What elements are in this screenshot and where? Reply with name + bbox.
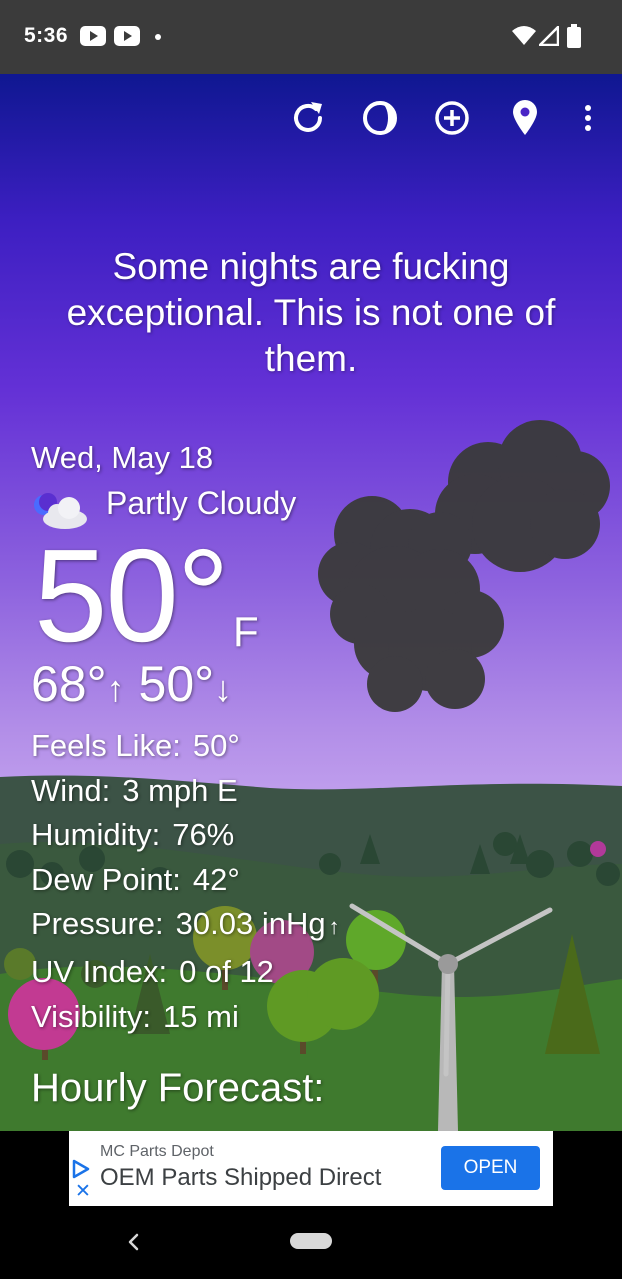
visibility-value: 15 mi <box>163 998 239 1034</box>
uv-index-row: UV Index: 0 of 12 <box>31 950 340 995</box>
theme-icon <box>363 101 397 135</box>
add-location-icon <box>435 101 469 135</box>
pressure-row: Pressure: 30.03 inHg ↑ <box>31 902 340 950</box>
high-temperature: 68° <box>31 656 107 712</box>
pressure-value: 30.03 inHg <box>175 906 326 942</box>
home-button[interactable] <box>290 1233 332 1249</box>
ad-banner[interactable]: ✕ MC Parts Depot OEM Parts Shipped Direc… <box>69 1131 553 1206</box>
weather-headline: Some nights are fucking exceptional. Thi… <box>66 246 556 379</box>
refresh-button[interactable] <box>286 96 330 140</box>
wind-row: Wind: 3 mph E <box>31 769 340 814</box>
status-time: 5:36 <box>24 24 69 47</box>
current-date: Wed, May 18 <box>31 440 214 475</box>
current-condition: Partly Cloudy <box>106 485 297 521</box>
feels-like-row: Feels Like: 50° <box>31 724 340 769</box>
uv-index-label: UV Index: <box>31 953 168 989</box>
humidity-label: Humidity: <box>31 817 161 853</box>
battery-icon <box>567 24 581 48</box>
back-icon[interactable] <box>124 1231 144 1253</box>
pressure-trend-icon: ↑ <box>328 914 340 940</box>
more-vert-icon <box>585 105 591 131</box>
ad-close-icon[interactable]: ✕ <box>75 1181 91 1203</box>
high-arrow-icon: ↑ <box>106 668 125 709</box>
wind-label: Wind: <box>31 772 111 808</box>
wifi-icon <box>512 26 536 45</box>
notification-dot-icon <box>155 34 161 40</box>
add-location-button[interactable] <box>430 96 474 140</box>
more-options-button[interactable] <box>566 96 610 140</box>
dew-point-value: 42° <box>192 861 240 897</box>
dew-point-label: Dew Point: <box>31 861 181 897</box>
wind-value: 3 mph E <box>122 772 238 808</box>
location-button[interactable] <box>503 96 547 140</box>
feels-like-label: Feels Like: <box>31 728 181 763</box>
pressure-label: Pressure: <box>31 906 164 942</box>
ad-play-icon[interactable] <box>72 1159 90 1179</box>
feels-like-value: 50° <box>192 728 240 763</box>
youtube-notification-icon <box>80 26 106 46</box>
ad-advertiser: MC Parts Depot <box>100 1143 214 1160</box>
humidity-row: Humidity: 76% <box>31 813 340 858</box>
refresh-icon <box>294 102 322 132</box>
ad-headline[interactable]: OEM Parts Shipped Direct <box>100 1164 381 1192</box>
temperature-unit: F <box>233 608 259 655</box>
navigation-bar <box>0 1207 622 1279</box>
status-bar: 5:36 <box>0 0 622 74</box>
dark-cloud-illustration <box>318 420 610 712</box>
visibility-row: Visibility: 15 mi <box>31 995 340 1040</box>
cell-signal-icon <box>539 26 559 46</box>
humidity-value: 76% <box>172 817 235 853</box>
theme-button[interactable] <box>358 96 402 140</box>
weather-scene: Some nights are fucking exceptional. Thi… <box>0 74 622 1131</box>
ad-open-button[interactable]: OPEN <box>441 1146 540 1190</box>
youtube-notification-icon <box>114 26 140 46</box>
weather-details: Feels Like: 50° Wind: 3 mph E Humidity: 76%… <box>31 724 340 1039</box>
high-low-temperature: 68°↑ 50°↓ <box>31 654 232 719</box>
dew-point-row: Dew Point: 42° <box>31 858 340 903</box>
low-temperature: 50° <box>138 656 215 712</box>
visibility-label: Visibility: <box>31 998 152 1034</box>
uv-index-value: 0 of 12 <box>179 953 274 989</box>
current-temperature: 50° <box>34 522 230 669</box>
location-pin-icon <box>513 100 537 135</box>
hourly-forecast-title: Hourly Forecast: <box>31 1066 325 1110</box>
low-arrow-icon: ↓ <box>214 668 233 709</box>
